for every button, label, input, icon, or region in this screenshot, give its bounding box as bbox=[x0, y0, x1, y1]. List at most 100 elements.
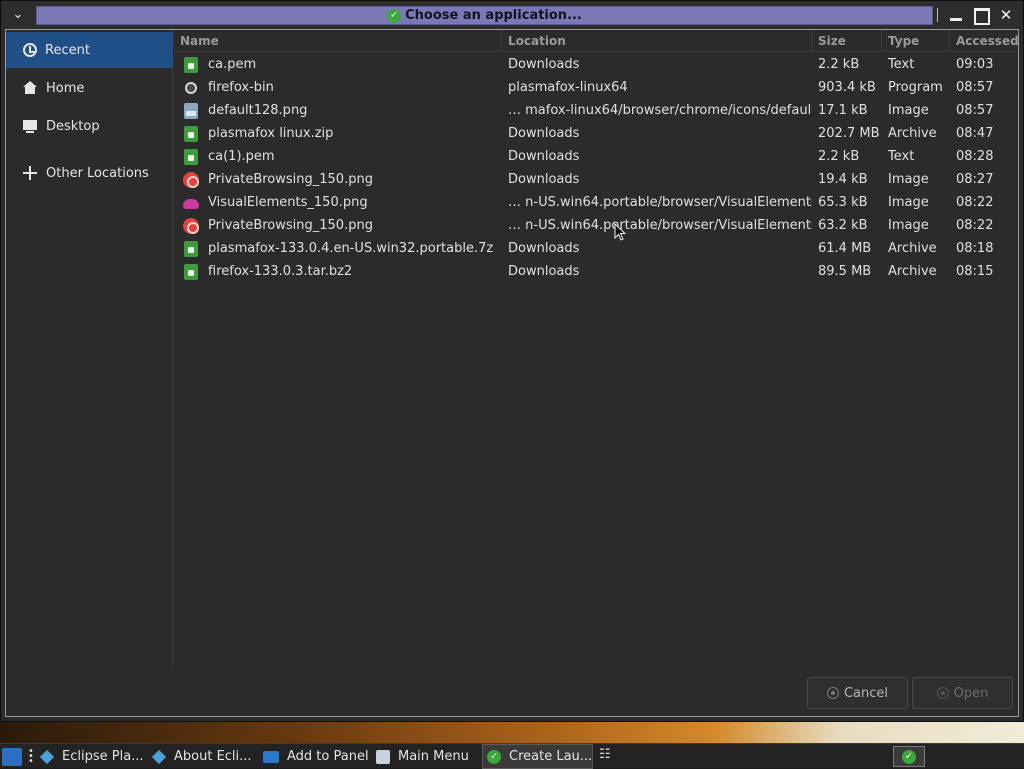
file-accessed: 08:18 bbox=[956, 241, 994, 256]
file-location: Downloads bbox=[508, 57, 580, 72]
file-location: Downloads bbox=[508, 241, 580, 256]
table-row[interactable]: plasmafox linux.zip Downloads 202.7 MB A… bbox=[174, 122, 1018, 145]
window-title-bar[interactable]: ✓ Choose an application... bbox=[36, 6, 933, 25]
file-type: Archive bbox=[888, 126, 937, 141]
file-accessed: 09:03 bbox=[956, 57, 994, 72]
file-accessed: 08:22 bbox=[956, 218, 994, 233]
window-menu-button[interactable]: ⌄ bbox=[7, 5, 29, 25]
chevron-down-icon: ⌄ bbox=[12, 7, 24, 22]
file-name: PrivateBrowsing_150.png bbox=[208, 172, 373, 187]
taskbar-item-label: Main Menu bbox=[398, 749, 469, 764]
file-name: plasmafox linux.zip bbox=[208, 126, 334, 141]
home-icon bbox=[22, 80, 38, 96]
file-name: firefox-bin bbox=[208, 80, 274, 95]
file-accessed: 08:57 bbox=[956, 80, 994, 95]
archive-icon bbox=[184, 263, 198, 280]
file-type: Image bbox=[888, 218, 929, 233]
taskbar-item-create-launcher[interactable]: ✓ Create Lau... bbox=[482, 744, 593, 769]
file-name-cell: ca(1).pem bbox=[174, 148, 502, 165]
taskbar-item-eclipse-platform[interactable]: Eclipse Pla... bbox=[40, 744, 150, 769]
dialog-content: Recent Home Desktop Other Locations Name… bbox=[5, 29, 1019, 717]
file-name-cell: PrivateBrowsing_150.png bbox=[174, 217, 502, 234]
column-header-location[interactable]: Location bbox=[502, 30, 812, 52]
file-type: Program bbox=[888, 80, 943, 95]
sidebar-item-label: Recent bbox=[45, 42, 90, 58]
table-row[interactable]: PrivateBrowsing_150.png Downloads 19.4 k… bbox=[174, 168, 1018, 191]
tray-launcher-button[interactable]: ✓ bbox=[893, 746, 925, 767]
cancel-label: Cancel bbox=[843, 685, 889, 701]
title-separator bbox=[937, 8, 938, 22]
cancel-button[interactable]: Cancel bbox=[807, 677, 908, 709]
file-location: … n-US.win64.portable/browser/VisualElem… bbox=[508, 218, 812, 233]
gear-icon bbox=[185, 81, 197, 94]
file-name-cell: firefox-133.0.3.tar.bz2 bbox=[174, 263, 502, 280]
table-row[interactable]: default128.png … mafox-linux64/browser/c… bbox=[174, 99, 1018, 122]
mask-icon bbox=[183, 198, 199, 209]
start-menu-button[interactable] bbox=[2, 748, 22, 766]
minimize-button[interactable] bbox=[947, 6, 965, 24]
file-name-cell: VisualElements_150.png bbox=[174, 195, 502, 210]
column-header-accessed[interactable]: Accessed bbox=[950, 30, 1018, 52]
launcher-icon: ✓ bbox=[902, 749, 916, 764]
launcher-icon: ✓ bbox=[487, 749, 501, 764]
eclipse-icon bbox=[40, 749, 55, 764]
sidebar-item-desktop[interactable]: Desktop bbox=[6, 108, 173, 144]
column-header-size[interactable]: Size bbox=[812, 30, 882, 52]
menu-icon bbox=[376, 749, 390, 764]
desktop-icon bbox=[22, 118, 38, 134]
taskbar-item-add-to-panel[interactable]: Add to Panel bbox=[263, 744, 371, 769]
file-location: … n-US.win64.portable/browser/VisualElem… bbox=[508, 195, 812, 210]
table-row[interactable]: ca(1).pem Downloads 2.2 kB Text 08:28 bbox=[174, 145, 1018, 168]
file-name: default128.png bbox=[208, 103, 308, 118]
open-button[interactable]: Open bbox=[912, 677, 1013, 709]
clock-icon bbox=[23, 43, 37, 57]
column-header-name[interactable]: Name bbox=[174, 30, 502, 52]
table-row[interactable]: ca.pem Downloads 2.2 kB Text 09:03 bbox=[174, 53, 1018, 76]
file-name-cell: default128.png bbox=[174, 102, 502, 119]
taskbar-item-label: Create Lau... bbox=[509, 749, 593, 764]
file-accessed: 08:27 bbox=[956, 172, 994, 187]
column-header-row: Name Location Size Type Accessed bbox=[174, 30, 1018, 52]
file-location: plasmafox-linux64 bbox=[508, 80, 628, 95]
file-name: firefox-133.0.3.tar.bz2 bbox=[208, 264, 353, 279]
places-sidebar: Recent Home Desktop Other Locations bbox=[6, 30, 173, 668]
file-size: 2.2 kB bbox=[818, 57, 860, 72]
sidebar-item-home[interactable]: Home bbox=[6, 70, 173, 106]
sidebar-item-recent[interactable]: Recent bbox=[6, 32, 173, 68]
table-row[interactable]: plasmafox-133.0.4.en-US.win32.portable.7… bbox=[174, 237, 1018, 260]
file-size: 89.5 MB bbox=[818, 264, 872, 279]
file-size: 63.2 kB bbox=[818, 218, 868, 233]
taskbar-item-label: Eclipse Pla... bbox=[62, 749, 144, 764]
eclipse-icon bbox=[152, 749, 167, 764]
file-name-cell: ca.pem bbox=[174, 56, 502, 73]
close-button[interactable]: ✕ bbox=[997, 6, 1015, 24]
table-row[interactable]: VisualElements_150.png … n-US.win64.port… bbox=[174, 191, 1018, 214]
table-row[interactable]: firefox-133.0.3.tar.bz2 Downloads 89.5 M… bbox=[174, 260, 1018, 283]
network-icon[interactable]: ☷ bbox=[599, 747, 615, 765]
file-type: Text bbox=[888, 57, 915, 72]
file-type: Archive bbox=[888, 264, 937, 279]
table-row[interactable]: firefox-bin plasmafox-linux64 903.4 kB P… bbox=[174, 76, 1018, 99]
file-accessed: 08:28 bbox=[956, 149, 994, 164]
file-type: Image bbox=[888, 103, 929, 118]
taskbar-item-about-eclipse[interactable]: About Ecli... bbox=[152, 744, 258, 769]
file-name: plasmafox-133.0.4.en-US.win32.portable.7… bbox=[208, 241, 494, 256]
table-row[interactable]: PrivateBrowsing_150.png … n-US.win64.por… bbox=[174, 214, 1018, 237]
file-name: PrivateBrowsing_150.png bbox=[208, 218, 373, 233]
file-name-cell: plasmafox linux.zip bbox=[174, 125, 502, 142]
file-name-cell: firefox-bin bbox=[174, 80, 502, 95]
cancel-icon bbox=[826, 687, 839, 699]
archive-icon bbox=[184, 240, 198, 257]
column-header-type[interactable]: Type bbox=[882, 30, 950, 52]
file-size: 19.4 kB bbox=[818, 172, 868, 187]
file-size: 61.4 MB bbox=[818, 241, 872, 256]
drag-handle-icon[interactable]: • • • bbox=[28, 747, 34, 767]
taskbar-item-main-menu[interactable]: Main Menu bbox=[376, 744, 476, 769]
window-title: Choose an application... bbox=[405, 8, 582, 23]
archive-icon bbox=[184, 125, 198, 142]
file-location: Downloads bbox=[508, 172, 580, 187]
maximize-button[interactable] bbox=[972, 6, 990, 25]
text-file-icon bbox=[184, 56, 198, 73]
sidebar-item-other-locations[interactable]: Other Locations bbox=[6, 155, 173, 191]
file-size: 17.1 kB bbox=[818, 103, 868, 118]
